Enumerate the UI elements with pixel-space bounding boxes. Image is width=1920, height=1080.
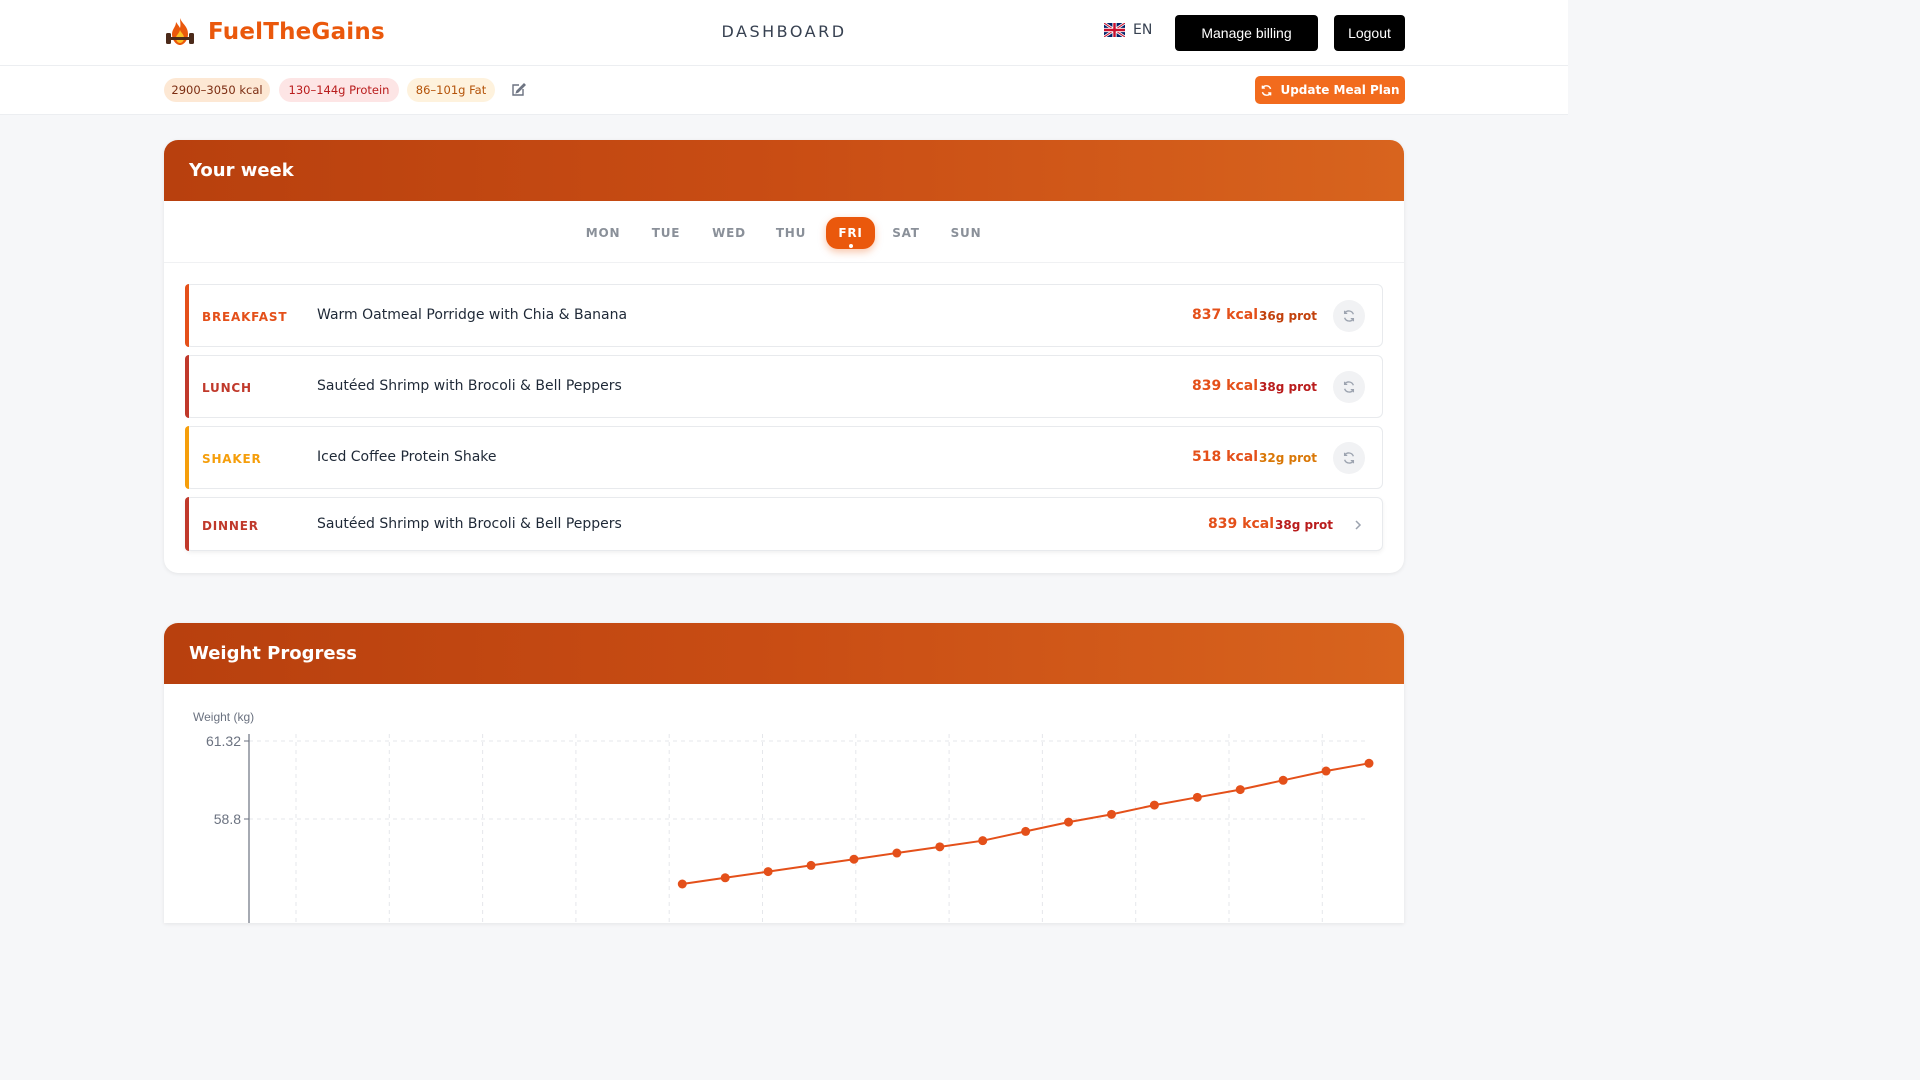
weight-data-point[interactable] bbox=[1192, 792, 1202, 802]
manage-billing-button[interactable]: Manage billing bbox=[1175, 15, 1318, 51]
weight-series-line bbox=[682, 762, 1370, 885]
swap-meal-button[interactable] bbox=[1333, 300, 1365, 332]
y-tick-label: 58.8 bbox=[214, 811, 241, 827]
meal-row-lunch[interactable]: LUNCH Sautéed Shrimp with Brocoli & Bell… bbox=[185, 355, 1383, 418]
meal-row-dinner[interactable]: DINNER Sautéed Shrimp with Brocoli & Bel… bbox=[185, 497, 1383, 551]
tab-tue[interactable]: TUE bbox=[648, 217, 684, 249]
week-card-title: Your week bbox=[164, 140, 1404, 201]
fat-target-badge: 86–101g Fat bbox=[407, 78, 495, 102]
top-navbar: FuelTheGains DASHBOARD EN Manage billing… bbox=[0, 0, 1568, 66]
weight-data-point[interactable] bbox=[720, 873, 730, 883]
update-meal-plan-label: Update Meal Plan bbox=[1280, 83, 1400, 97]
meal-kcal: 837 kcal bbox=[1192, 307, 1258, 323]
refresh-icon bbox=[1343, 310, 1355, 322]
weight-progress-card: Weight Progress Weight (kg) 61.32 58.8 bbox=[164, 623, 1404, 923]
weight-data-point[interactable] bbox=[849, 854, 859, 864]
meal-kcal: 518 kcal bbox=[1192, 449, 1258, 465]
weight-data-point[interactable] bbox=[892, 848, 902, 858]
refresh-icon bbox=[1262, 84, 1272, 96]
update-meal-plan-button[interactable]: Update Meal Plan bbox=[1255, 76, 1405, 104]
meal-type-label: SHAKER bbox=[202, 452, 262, 466]
meal-type-label: DINNER bbox=[202, 519, 259, 533]
weight-data-point[interactable] bbox=[1278, 775, 1288, 785]
language-label: EN bbox=[1133, 22, 1153, 38]
weight-data-point[interactable] bbox=[1064, 817, 1074, 827]
meal-protein: 36g prot bbox=[1259, 309, 1317, 323]
tab-wed[interactable]: WED bbox=[709, 217, 749, 249]
uk-flag-icon bbox=[1104, 23, 1125, 37]
meal-protein: 32g prot bbox=[1259, 451, 1317, 465]
tab-sun[interactable]: SUN bbox=[947, 217, 985, 249]
weight-chart: Weight (kg) 61.32 58.8 bbox=[193, 710, 1374, 923]
weight-data-point[interactable] bbox=[978, 836, 988, 846]
refresh-icon bbox=[1343, 381, 1355, 393]
weight-data-point[interactable] bbox=[1364, 758, 1374, 768]
y-axis-label: Weight (kg) bbox=[193, 710, 254, 724]
day-tabs: MON TUE WED THU FRI SAT SUN bbox=[164, 201, 1404, 263]
meal-row-breakfast[interactable]: BREAKFAST Warm Oatmeal Porridge with Chi… bbox=[185, 284, 1383, 347]
tab-sat[interactable]: SAT bbox=[889, 217, 923, 249]
weight-data-point[interactable] bbox=[677, 879, 687, 889]
meal-protein: 38g prot bbox=[1275, 518, 1333, 532]
meal-kcal: 839 kcal bbox=[1208, 516, 1274, 532]
weight-data-point[interactable] bbox=[1235, 785, 1245, 795]
protein-target-badge: 130–144g Protein bbox=[279, 78, 399, 102]
weight-data-point[interactable] bbox=[1321, 766, 1331, 776]
meal-type-label: BREAKFAST bbox=[202, 310, 288, 324]
nutrition-targets-bar: 2900–3050 kcal 130–144g Protein 86–101g … bbox=[0, 66, 1568, 115]
kcal-target-badge: 2900–3050 kcal bbox=[164, 78, 270, 102]
meal-protein: 38g prot bbox=[1259, 380, 1317, 394]
meal-name: Sautéed Shrimp with Brocoli & Bell Peppe… bbox=[317, 378, 622, 394]
weight-data-point[interactable] bbox=[935, 842, 945, 852]
page-title: DASHBOARD bbox=[721, 22, 847, 41]
weight-data-point[interactable] bbox=[1106, 809, 1116, 819]
weight-data-point[interactable] bbox=[806, 860, 816, 870]
language-selector[interactable]: EN bbox=[1104, 22, 1152, 38]
tab-thu[interactable]: THU bbox=[773, 217, 809, 249]
weight-data-point[interactable] bbox=[763, 867, 773, 877]
swap-meal-button[interactable] bbox=[1333, 442, 1365, 474]
chevron-right-icon[interactable] bbox=[1352, 519, 1364, 531]
week-card: Your week MON TUE WED THU FRI SAT SUN BR… bbox=[164, 140, 1404, 573]
chart-grid bbox=[249, 734, 1369, 923]
meal-type-label: LUNCH bbox=[202, 381, 252, 395]
meal-name: Iced Coffee Protein Shake bbox=[317, 449, 497, 465]
tab-fri[interactable]: FRI bbox=[826, 217, 875, 249]
weight-data-point[interactable] bbox=[1021, 826, 1031, 836]
meal-name: Warm Oatmeal Porridge with Chia & Banana bbox=[317, 307, 628, 323]
tab-mon[interactable]: MON bbox=[582, 217, 624, 249]
logout-button[interactable]: Logout bbox=[1334, 15, 1405, 51]
edit-icon[interactable] bbox=[510, 82, 526, 98]
weight-card-title: Weight Progress bbox=[164, 623, 1404, 684]
meal-kcal: 839 kcal bbox=[1192, 378, 1258, 394]
meal-row-shaker[interactable]: SHAKER Iced Coffee Protein Shake 518 kca… bbox=[185, 426, 1383, 489]
refresh-icon bbox=[1343, 452, 1355, 464]
meal-name: Sautéed Shrimp with Brocoli & Bell Peppe… bbox=[317, 516, 622, 532]
chart-axes: 61.32 58.8 bbox=[206, 733, 250, 923]
weight-data-point[interactable] bbox=[1149, 800, 1159, 810]
y-tick-label: 61.32 bbox=[206, 733, 241, 749]
swap-meal-button[interactable] bbox=[1333, 371, 1365, 403]
